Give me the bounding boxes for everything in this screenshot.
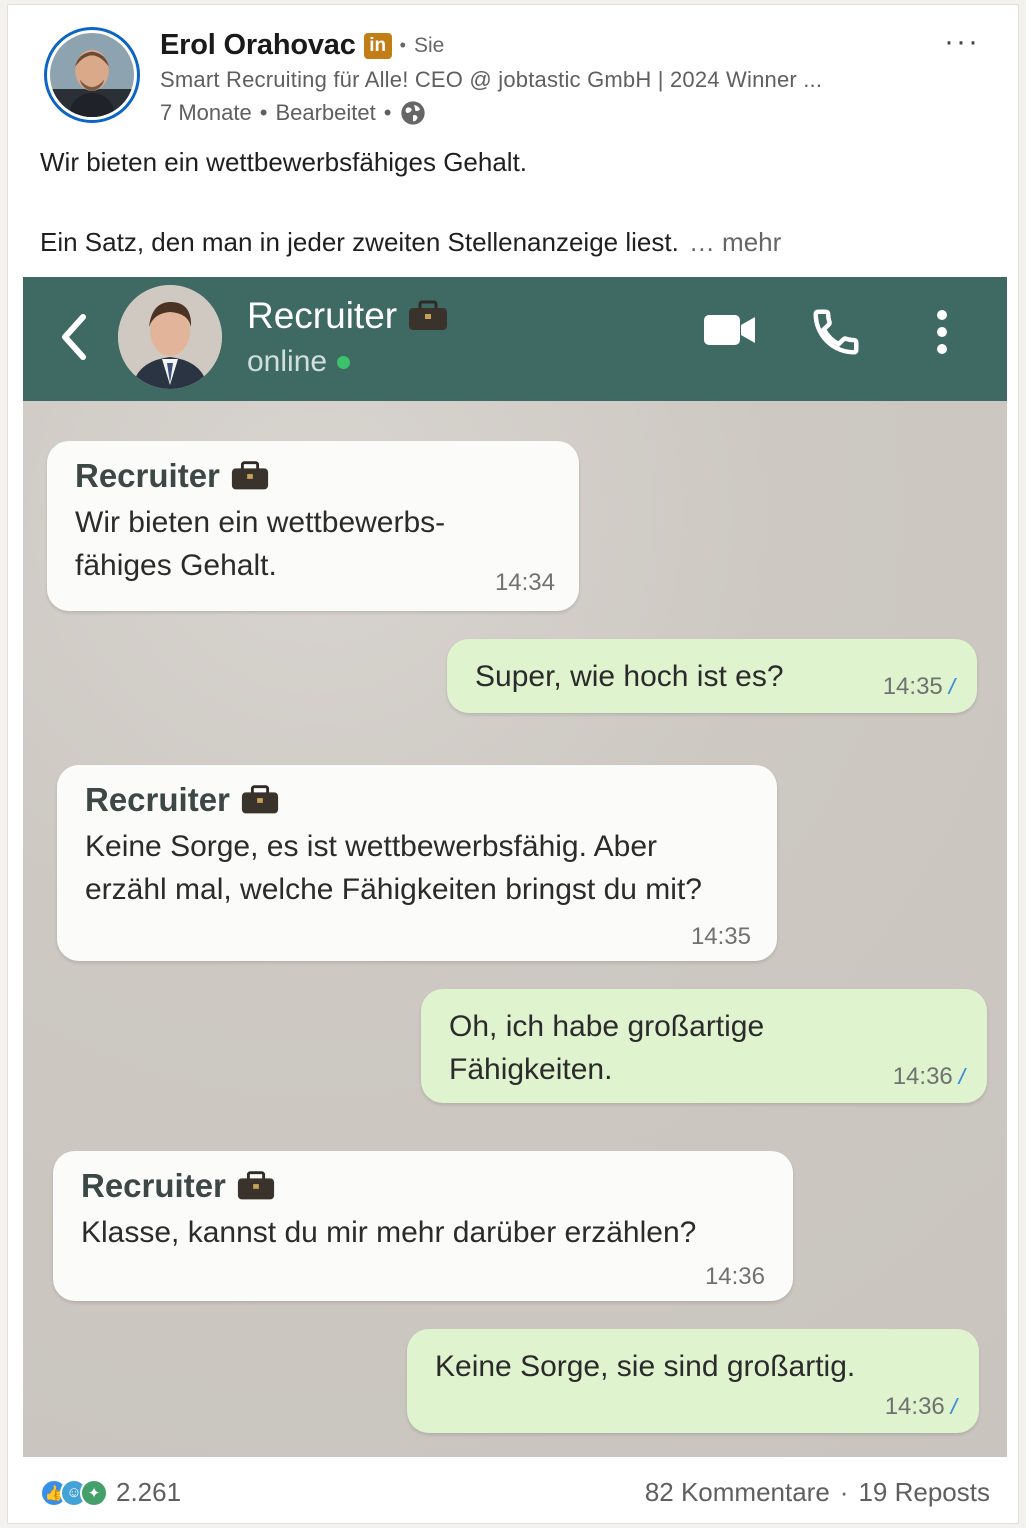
message-text: Klasse, kannst du mir mehr darüber erzäh… xyxy=(81,1216,697,1249)
post-meta: 7 Monate • Bearbeitet • xyxy=(160,99,427,127)
author-headline: Smart Recruiting für Alle! CEO @ jobtast… xyxy=(160,67,823,92)
see-more-link[interactable]: … mehr xyxy=(689,227,781,257)
reactions-summary[interactable]: 👍 ☺ ✦ 2.261 xyxy=(40,1477,181,1508)
contact-avatar xyxy=(118,285,222,389)
social-counts: 82 Kommentare · 19 Reposts xyxy=(645,1477,990,1508)
contact-name: Recruiter xyxy=(247,295,449,337)
message-text: Wir bieten ein wettbewerbs- xyxy=(75,506,446,539)
celebrate-icon: ✦ xyxy=(80,1478,108,1507)
message-sender: Recruiter xyxy=(75,457,551,495)
message-text: fähiges Gehalt. xyxy=(75,549,277,582)
briefcase-icon xyxy=(231,461,268,490)
incoming-message: Recruiter Wir bieten ein wettbewerbs- fä… xyxy=(47,441,579,611)
briefcase-icon xyxy=(237,1171,274,1200)
time-text: 14:35 xyxy=(882,673,943,700)
separator-dot: • xyxy=(399,35,406,55)
contact-status: online xyxy=(247,345,351,379)
outgoing-message: Oh, ich habe großartige Fähigkeiten. 14:… xyxy=(421,989,987,1103)
connection-degree: Sie xyxy=(413,33,445,57)
time-text: 14:36 xyxy=(884,1393,945,1420)
message-text: erzähl mal, welche Fähigkeiten bringst d… xyxy=(85,873,702,906)
incoming-message: Recruiter Keine Sorge, es ist wettbewerb… xyxy=(57,765,777,961)
chat-menu-icon xyxy=(937,310,947,354)
message-time: 14:34 xyxy=(494,569,555,596)
post-options-button[interactable]: ··· xyxy=(944,25,980,59)
sender-name: Recruiter xyxy=(85,781,230,818)
edited-label: Bearbeitet xyxy=(275,100,376,125)
message-time: 14:36 // xyxy=(892,1063,965,1091)
linkedin-premium-badge-icon: in xyxy=(363,32,392,59)
sender-name: Recruiter xyxy=(81,1167,226,1204)
chat-header: Recruiter online xyxy=(23,277,1007,401)
separator-dot: · xyxy=(839,1477,849,1507)
post-text-content: Ein Satz, den man in jeder zweiten Stell… xyxy=(40,227,679,257)
message-text: Oh, ich habe großartige xyxy=(449,1010,765,1043)
briefcase-icon xyxy=(241,785,278,814)
message-time: 14:36 xyxy=(704,1263,765,1290)
incoming-message: Recruiter Klasse, kannst du mir mehr dar… xyxy=(53,1151,793,1301)
time-text: 14:36 xyxy=(892,1063,953,1090)
message-text: Keine Sorge, es ist wettbewerbsfähig. Ab… xyxy=(85,830,657,863)
recruiter-photo-icon xyxy=(118,285,222,389)
linkedin-post-card: Erol Orahovac in • Sie Smart Recruiting … xyxy=(7,4,1019,1524)
comments-count[interactable]: 82 Kommentare xyxy=(645,1477,830,1508)
message-text: Fähigkeiten. xyxy=(449,1053,613,1086)
author-photo-icon xyxy=(50,33,134,117)
post-age: 7 Monate xyxy=(160,100,252,125)
post-image[interactable]: Recruiter online Recruiter Wir bieten ei… xyxy=(23,277,1007,1457)
message-text: Super, wie hoch ist es? xyxy=(475,660,784,693)
reposts-count[interactable]: 19 Reposts xyxy=(858,1477,990,1508)
message-time: 14:35 // xyxy=(882,673,955,701)
phone-call-icon xyxy=(813,309,859,355)
online-indicator-icon xyxy=(337,355,351,369)
post-text-line: Wir bieten ein wettbewerbsfähiges Gehalt… xyxy=(40,147,528,177)
back-arrow-icon xyxy=(62,314,86,360)
message-time: 14:36 // xyxy=(884,1393,957,1421)
post-text-line: Ein Satz, den man in jeder zweiten Stell… xyxy=(40,227,781,258)
message-time: 14:35 xyxy=(690,923,751,950)
author-name[interactable]: Erol Orahovac xyxy=(160,29,356,62)
contact-name-text: Recruiter xyxy=(247,295,398,336)
message-sender: Recruiter xyxy=(85,781,749,819)
social-footer: 👍 ☺ ✦ 2.261 82 Kommentare · 19 Reposts xyxy=(8,1463,1018,1523)
outgoing-message: Keine Sorge, sie sind großartig. 14:36 /… xyxy=(407,1329,979,1433)
author-avatar[interactable] xyxy=(44,27,140,123)
sender-name: Recruiter xyxy=(75,457,220,494)
globe-icon xyxy=(401,101,426,125)
video-call-icon xyxy=(704,315,755,345)
outgoing-message: Super, wie hoch ist es? 14:35 // xyxy=(447,639,977,713)
separator-dot: • xyxy=(259,100,268,125)
message-text: Keine Sorge, sie sind großartig. xyxy=(435,1350,856,1383)
status-text: online xyxy=(247,345,328,378)
reaction-count[interactable]: 2.261 xyxy=(116,1477,181,1508)
briefcase-icon xyxy=(409,300,448,330)
message-sender: Recruiter xyxy=(81,1167,765,1205)
separator-dot: • xyxy=(383,100,392,125)
